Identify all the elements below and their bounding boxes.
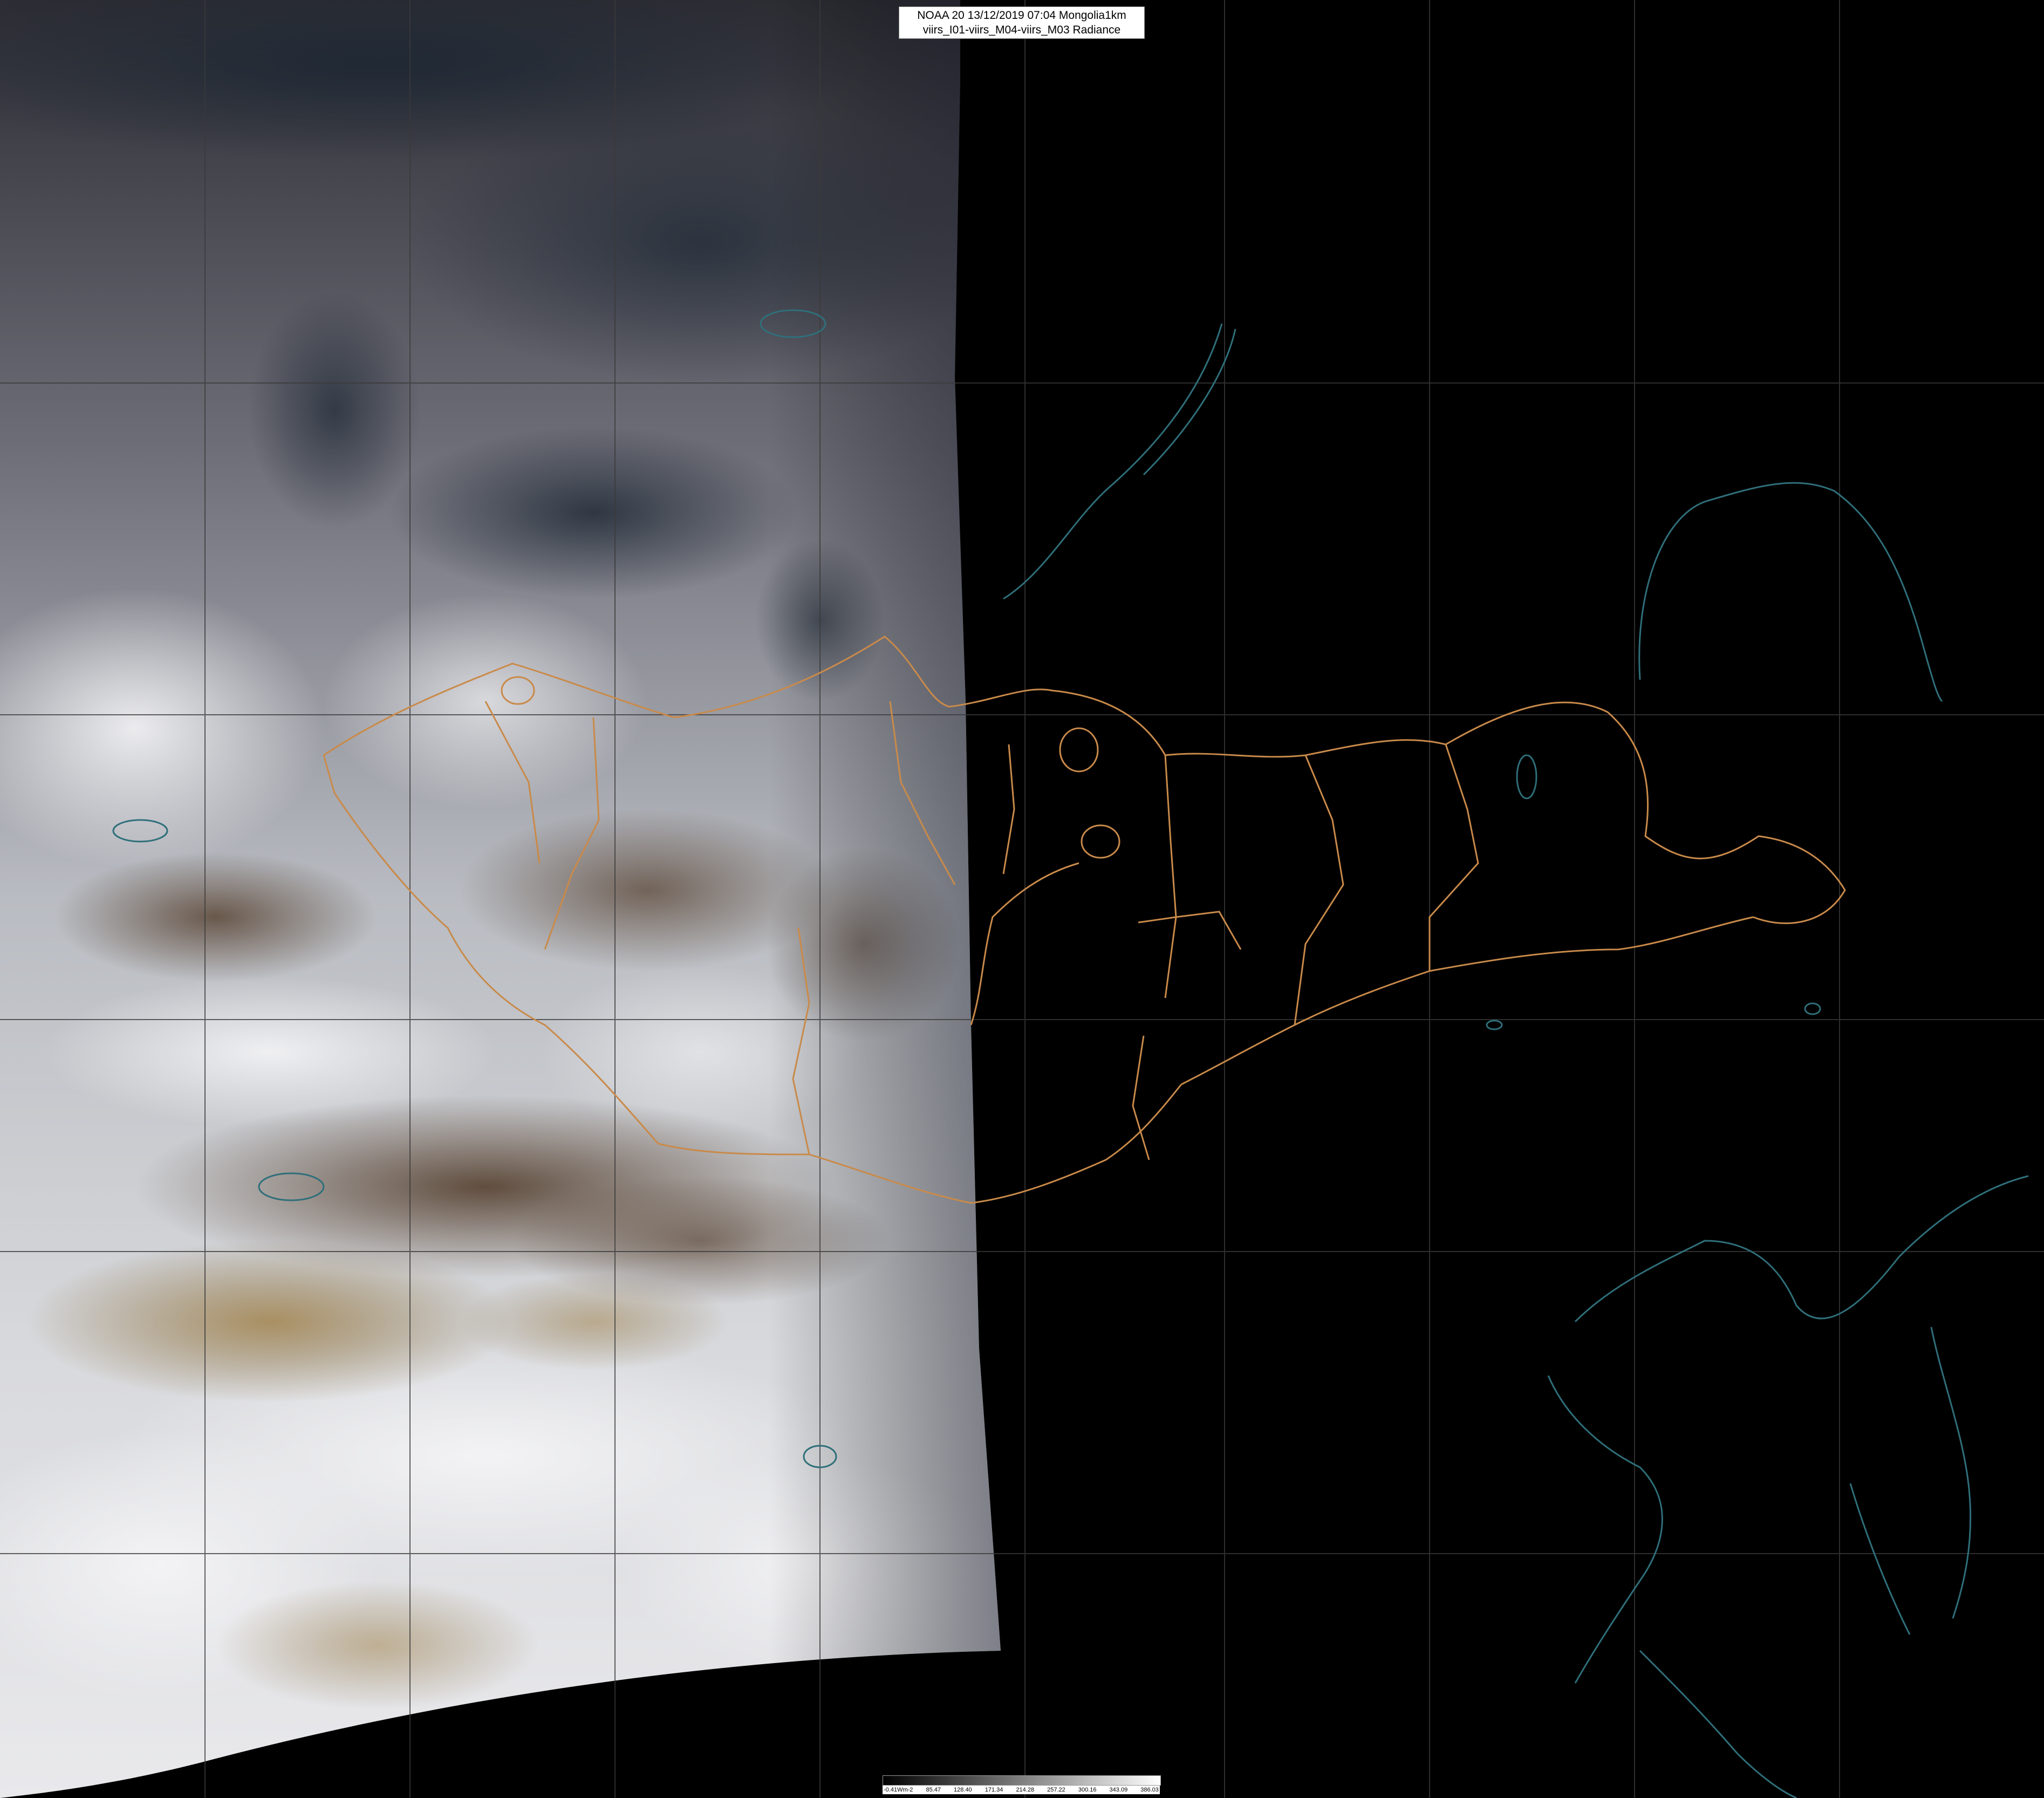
colorbar-label: 343.09 [1109, 1787, 1128, 1793]
colorbar-legend: -0.41Wm-2 85.47 128.40 171.34 214.28 257… [883, 1775, 1161, 1795]
colorbar-label: 128.40 [954, 1787, 972, 1793]
image-header: NOAA 20 13/12/2019 07:04 Mongolia1km vii… [899, 6, 1145, 39]
colorbar-label: 386.03 [1140, 1787, 1159, 1793]
colorbar-label: -0.41Wm-2 [884, 1787, 913, 1793]
satellite-swath [0, 0, 1001, 1798]
colorbar-gradient [883, 1775, 1161, 1786]
colorbar-label: 171.34 [985, 1787, 1003, 1793]
header-line-1: NOAA 20 13/12/2019 07:04 Mongolia1km [917, 9, 1126, 22]
colorbar-label: 214.28 [1016, 1787, 1035, 1793]
header-line-2: viirs_I01-viirs_M04-viirs_M03 Radiance [922, 24, 1121, 36]
colorbar-label: 257.22 [1047, 1787, 1065, 1793]
satellite-image-scene [0, 0, 2044, 1798]
colorbar-labels: -0.41Wm-2 85.47 128.40 171.34 214.28 257… [883, 1786, 1160, 1794]
colorbar-label: 85.47 [926, 1787, 941, 1793]
colorbar-label: 300.16 [1078, 1787, 1097, 1793]
